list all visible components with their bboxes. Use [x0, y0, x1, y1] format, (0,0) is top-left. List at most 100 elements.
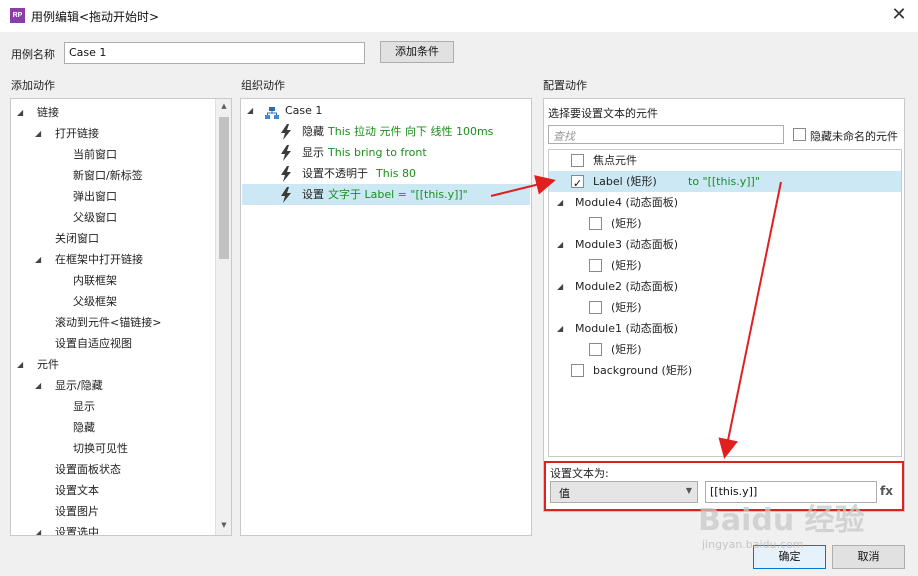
- widget-checkbox[interactable]: [571, 364, 584, 377]
- case-action-row[interactable]: 设置 文字于 Label = "[[this.y]]": [242, 184, 530, 205]
- widget-name: Module2 (动态面板): [575, 280, 679, 293]
- add-action-label: 显示/隐藏: [55, 379, 103, 392]
- scroll-down-icon[interactable]: ▼: [218, 521, 230, 529]
- expand-triangle-icon[interactable]: ◢: [35, 123, 41, 144]
- widget-name: (矩形): [611, 343, 642, 356]
- baidu-watermark: Baidu 经验: [698, 503, 865, 538]
- widget-name: background (矩形): [593, 364, 693, 377]
- widget-row[interactable]: ◢ Module2 (动态面板): [549, 276, 901, 297]
- action-detail: This 80: [376, 167, 416, 180]
- add-action-label: 设置文本: [55, 484, 99, 497]
- add-action-label: 父级框架: [73, 295, 117, 308]
- expand-triangle-icon: ◢: [247, 106, 254, 115]
- organize-actions-heading: 组织动作: [241, 79, 285, 92]
- expand-triangle-icon[interactable]: ◢: [557, 318, 563, 339]
- add-action-label: 设置面板状态: [55, 463, 121, 476]
- baidu-watermark-url: jingyan.baidu.com: [702, 538, 804, 551]
- case-action-row[interactable]: 显示 This bring to front: [242, 142, 530, 163]
- widget-checkbox[interactable]: [589, 301, 602, 314]
- widget-checkbox[interactable]: [571, 173, 584, 194]
- widget-row[interactable]: ◢ Module4 (动态面板): [549, 192, 901, 213]
- add-action-label: 链接: [37, 106, 59, 119]
- add-action-label: 设置选中: [55, 526, 99, 536]
- configure-actions-heading: 配置动作: [543, 79, 587, 92]
- lightning-icon: [281, 187, 291, 203]
- scrollbar-thumb[interactable]: [219, 117, 229, 259]
- add-action-label: 隐藏: [73, 421, 95, 434]
- add-action-label: 元件: [37, 358, 59, 371]
- action-verb: 设置不透明于: [302, 167, 368, 180]
- expand-triangle-icon[interactable]: ◢: [17, 102, 23, 123]
- scroll-up-icon[interactable]: ▲: [218, 102, 230, 110]
- widget-name: Module1 (动态面板): [575, 322, 679, 335]
- case-name-label: 用例名称: [11, 48, 55, 61]
- window-title: 用例编辑<拖动开始时>: [31, 10, 160, 24]
- add-action-label: 父级窗口: [73, 211, 117, 224]
- cancel-button[interactable]: 取消: [832, 545, 905, 569]
- expand-triangle-icon[interactable]: ◢: [35, 375, 41, 396]
- value-type-select[interactable]: 值 ▼: [550, 481, 698, 503]
- add-action-label: 弹出窗口: [73, 190, 117, 203]
- widget-assigned-text: to "[[this.y]]": [688, 175, 760, 188]
- widget-row[interactable]: ◢ Module1 (动态面板): [549, 318, 901, 339]
- axure-app-icon: RP: [10, 8, 25, 23]
- widget-row[interactable]: (矩形): [549, 255, 901, 276]
- expand-triangle-icon[interactable]: ◢: [35, 522, 41, 535]
- add-action-label: 内联框架: [73, 274, 117, 287]
- widget-row[interactable]: 焦点元件: [549, 150, 901, 171]
- lightning-icon: [281, 145, 291, 161]
- expand-triangle-icon[interactable]: ◢: [17, 354, 23, 375]
- expand-triangle-icon[interactable]: ◢: [35, 249, 41, 270]
- widget-name: Module4 (动态面板): [575, 196, 679, 209]
- widget-name: (矩形): [611, 217, 642, 230]
- widget-name: Module3 (动态面板): [575, 238, 679, 251]
- case-name-input[interactable]: Case 1: [64, 42, 365, 64]
- add-condition-button[interactable]: 添加条件: [380, 41, 454, 63]
- widget-row[interactable]: (矩形): [549, 339, 901, 360]
- widget-name: (矩形): [611, 301, 642, 314]
- case-action-row[interactable]: 设置不透明于 This 80: [242, 163, 530, 184]
- widget-name: Label (矩形): [593, 175, 657, 188]
- widget-list: 焦点元件 Label (矩形) to "[[this.y]]" ◢ Module4 (动…: [548, 149, 902, 457]
- add-action-label: 滚动到元件<锚链接>: [55, 316, 162, 329]
- widget-row[interactable]: (矩形): [549, 297, 901, 318]
- widget-row[interactable]: Label (矩形) to "[[this.y]]": [549, 171, 901, 194]
- widget-row[interactable]: background (矩形): [549, 360, 901, 381]
- add-action-label: 在框架中打开链接: [55, 253, 143, 266]
- action-verb: 隐藏: [302, 125, 324, 138]
- organize-actions-panel: ◢ Case 1 隐藏 This 拉动 元件 向下 线性 100ms 显示 This …: [240, 98, 532, 536]
- case-action-row[interactable]: 隐藏 This 拉动 元件 向下 线性 100ms: [242, 121, 530, 142]
- add-actions-heading: 添加动作: [11, 79, 55, 92]
- add-action-label: 新窗口/新标签: [73, 169, 143, 182]
- widget-search-input[interactable]: 查找: [548, 125, 784, 144]
- lightning-icon: [281, 124, 291, 140]
- expand-triangle-icon[interactable]: ◢: [557, 234, 563, 255]
- add-action-label: 关闭窗口: [55, 232, 99, 245]
- add-action-label: 当前窗口: [73, 148, 117, 161]
- expand-triangle-icon[interactable]: ◢: [557, 192, 563, 213]
- close-icon[interactable]: ✕: [888, 5, 910, 27]
- expand-triangle-icon[interactable]: ◢: [557, 276, 563, 297]
- case-label: Case 1: [285, 104, 323, 117]
- widget-name: (矩形): [611, 259, 642, 272]
- widget-checkbox[interactable]: [589, 259, 602, 272]
- add-action-label: 切换可见性: [73, 442, 128, 455]
- widget-checkbox[interactable]: [571, 154, 584, 167]
- add-action-label: 打开链接: [55, 127, 99, 140]
- add-actions-panel: ◢ 链接 ◢ 打开链接当前窗口新窗口/新标签 弹出窗口父级窗口关闭窗口 ◢ 在框架中打开链接…: [10, 98, 232, 536]
- hide-unnamed-checkbox[interactable]: [793, 128, 806, 141]
- widget-row[interactable]: ◢ Module3 (动态面板): [549, 234, 901, 255]
- add-actions-scrollbar[interactable]: ▲ ▼: [215, 99, 231, 535]
- fx-function-button[interactable]: fx: [880, 484, 893, 498]
- configure-actions-panel: 选择要设置文本的元件 查找 隐藏未命名的元件 焦点元件 Label (矩形) to …: [543, 98, 905, 512]
- hide-unnamed-label: 隐藏未命名的元件: [810, 130, 898, 143]
- set-text-label: 设置文本为:: [550, 467, 609, 480]
- chevron-down-icon: ▼: [685, 486, 692, 495]
- action-detail: This 拉动 元件 向下 线性 100ms: [328, 125, 494, 138]
- widget-checkbox[interactable]: [589, 217, 602, 230]
- widget-checkbox[interactable]: [589, 343, 602, 356]
- widget-row[interactable]: (矩形): [549, 213, 901, 234]
- add-action-label: 显示: [73, 400, 95, 413]
- action-verb: 设置: [302, 188, 324, 201]
- action-detail: This bring to front: [328, 146, 427, 159]
